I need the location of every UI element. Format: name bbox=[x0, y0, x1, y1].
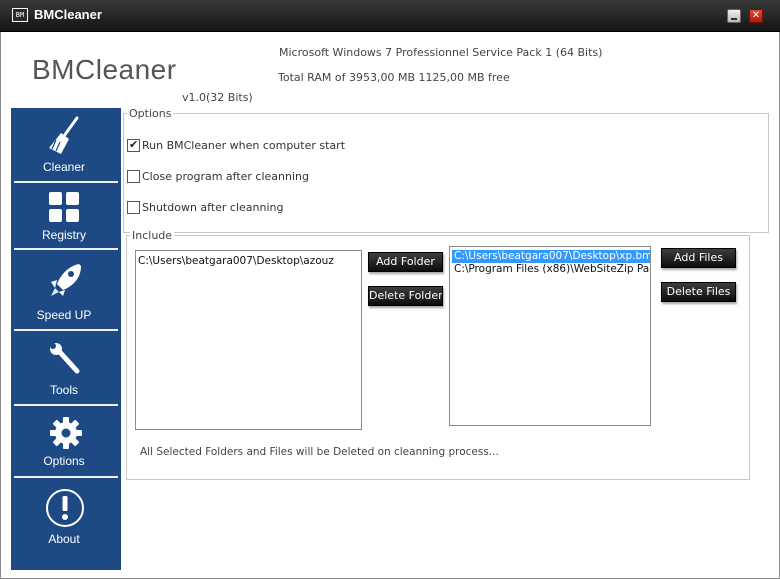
broom-icon bbox=[49, 116, 79, 154]
sidebar-item-label: Tools bbox=[49, 383, 78, 397]
list-item[interactable]: C:\Program Files (x86)\WebSiteZip Pack bbox=[452, 263, 650, 276]
files-list[interactable]: C:\Users\beatgara007\Desktop\xp.bmp C:\P… bbox=[449, 246, 651, 426]
sidebar-item-label: Speed UP bbox=[36, 308, 92, 322]
sidebar-item-label: Registry bbox=[41, 228, 86, 242]
checkbox-label: Run BMCleaner when computer start bbox=[142, 139, 346, 152]
list-item[interactable]: C:\Users\beatgara007\Desktop\azouz bbox=[136, 255, 361, 268]
add-folder-button[interactable]: Add Folder bbox=[368, 252, 443, 272]
rocket-icon bbox=[51, 264, 81, 296]
sidebar-item-label: Options bbox=[43, 454, 85, 468]
checkbox-label: Shutdown after cleanning bbox=[142, 201, 284, 214]
add-files-button[interactable]: Add Files bbox=[661, 248, 736, 268]
checkbox-box[interactable] bbox=[127, 170, 140, 183]
gear-icon bbox=[50, 417, 82, 449]
wrench-icon bbox=[50, 343, 80, 374]
sidebar: Cleaner Registry Speed UP Tools Options … bbox=[11, 108, 121, 570]
minimize-button[interactable] bbox=[727, 9, 741, 23]
delete-files-button[interactable]: Delete Files bbox=[661, 282, 736, 302]
brand-title: BMCleaner bbox=[32, 54, 177, 85]
sidebar-item-label: About bbox=[48, 532, 80, 546]
list-item[interactable]: C:\Users\beatgara007\Desktop\xp.bmp bbox=[452, 250, 650, 263]
sidebar-item-label: Cleaner bbox=[42, 160, 86, 174]
checkbox-box[interactable] bbox=[127, 138, 140, 152]
checkbox-label: Close program after cleanning bbox=[142, 170, 309, 183]
folders-list[interactable]: C:\Users\beatgara007\Desktop\azouz bbox=[135, 250, 362, 430]
include-legend: Include bbox=[130, 229, 175, 242]
ram-info: Total RAM of 3953,00 MB 1125,00 MB free bbox=[278, 71, 510, 84]
window-title: BMCleaner bbox=[34, 7, 102, 22]
sidebar-item-options[interactable]: Options bbox=[11, 406, 121, 478]
checkbox-box[interactable] bbox=[127, 201, 140, 214]
os-info: Microsoft Windows 7 Professionnel Servic… bbox=[279, 46, 603, 59]
app-icon: BM bbox=[12, 8, 28, 22]
sidebar-item-registry[interactable]: Registry bbox=[11, 184, 121, 250]
sidebar-item-about[interactable]: About bbox=[11, 478, 121, 570]
delete-folder-button[interactable]: Delete Folder bbox=[368, 286, 443, 306]
exclamation-icon bbox=[46, 489, 84, 527]
delete-notice: All Selected Folders and Files will be D… bbox=[140, 446, 499, 458]
close-button[interactable]: ✕ bbox=[749, 9, 763, 23]
version-label: v1.0(32 Bits) bbox=[182, 91, 253, 104]
sidebar-divider bbox=[14, 181, 118, 183]
grid-icon bbox=[49, 192, 79, 222]
title-bar: BM BMCleaner ✕ bbox=[0, 0, 780, 32]
sidebar-item-cleaner[interactable]: Cleaner bbox=[11, 108, 121, 184]
sidebar-item-speed-up[interactable]: Speed UP bbox=[11, 250, 121, 330]
sidebar-item-tools[interactable]: Tools bbox=[11, 331, 121, 406]
options-legend: Options bbox=[127, 107, 174, 120]
